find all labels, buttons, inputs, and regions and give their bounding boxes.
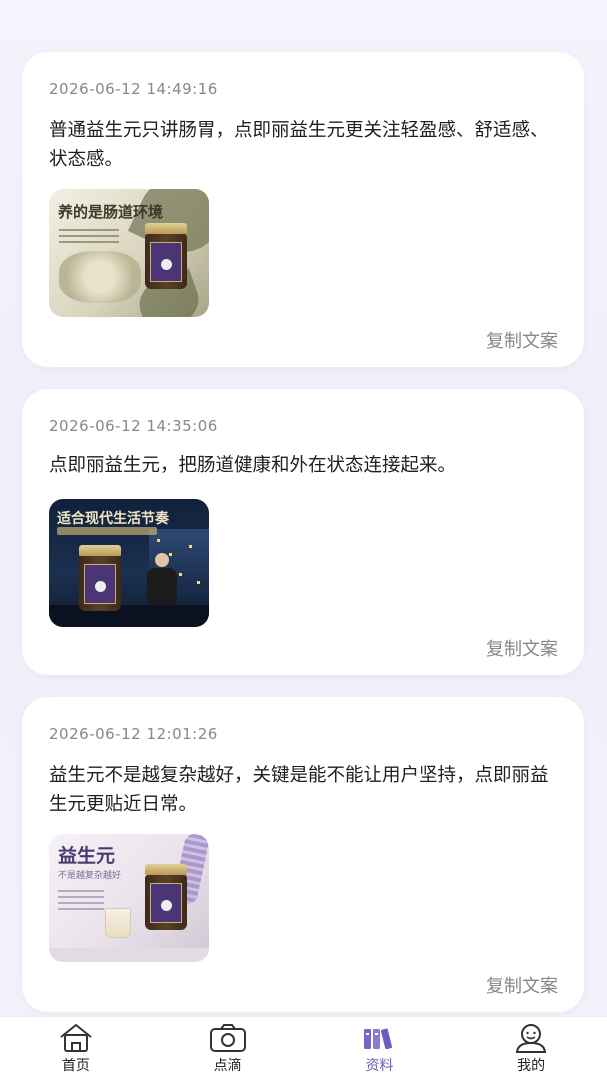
image-title: 适合现代生活节奏 (57, 511, 169, 527)
tab-mine[interactable]: 我的 (471, 1017, 591, 1075)
post-card: 2026-06-12 14:49:16 普通益生元只讲肠胃，点即丽益生元更关注轻… (22, 52, 584, 367)
tab-label: 首页 (61, 1058, 90, 1074)
post-timestamp: 2026-06-12 12:01:26 (49, 725, 218, 743)
post-image[interactable]: 适合现代生活节奏 (49, 499, 209, 627)
tab-label: 点滴 (213, 1058, 242, 1074)
product-jar (79, 545, 121, 611)
camera-icon (208, 1022, 248, 1054)
post-image[interactable]: 益生元 不是越复杂越好 (49, 834, 209, 962)
post-feed: 2026-06-12 14:49:16 普通益生元只讲肠胃，点即丽益生元更关注轻… (22, 52, 584, 1034)
tab-label: 我的 (517, 1058, 546, 1074)
user-icon (511, 1022, 551, 1054)
tab-label: 资料 (365, 1058, 394, 1074)
copy-text-button[interactable]: 复制文案 (486, 972, 558, 998)
home-icon (56, 1022, 96, 1054)
product-jar (145, 223, 187, 289)
post-timestamp: 2026-06-12 14:49:16 (49, 80, 218, 98)
tab-moments[interactable]: 点滴 (168, 1017, 288, 1075)
image-title: 养的是肠道环境 (58, 203, 164, 221)
copy-text-button[interactable]: 复制文案 (486, 327, 558, 353)
product-jar (145, 864, 187, 930)
post-card: 2026-06-12 12:01:26 益生元不是越复杂越好，关键是能不能让用户… (22, 697, 584, 1012)
image-subtitle: 不是越复杂越好 (58, 871, 122, 881)
post-image[interactable]: 养的是肠道环境 (49, 189, 209, 317)
post-timestamp: 2026-06-12 14:35:06 (49, 417, 218, 435)
post-text: 点即丽益生元，把肠道健康和外在状态连接起来。 (49, 455, 457, 476)
tab-home[interactable]: 首页 (16, 1017, 136, 1075)
bottom-tab-bar: 首页 点滴 资料 我的 (0, 1016, 607, 1080)
post-card: 2026-06-12 14:35:06 点即丽益生元，把肠道健康和外在状态连接起… (22, 389, 584, 675)
image-title: 益生元 (58, 845, 116, 867)
post-text: 普通益生元只讲肠胃，点即丽益生元更关注轻盈感、舒适感、状态感。 (49, 120, 549, 170)
copy-text-button[interactable]: 复制文案 (486, 635, 558, 661)
books-icon (359, 1022, 399, 1054)
tab-materials[interactable]: 资料 (319, 1017, 439, 1075)
post-text: 益生元不是越复杂越好，关键是能不能让用户坚持，点即丽益生元更贴近日常。 (49, 765, 549, 815)
